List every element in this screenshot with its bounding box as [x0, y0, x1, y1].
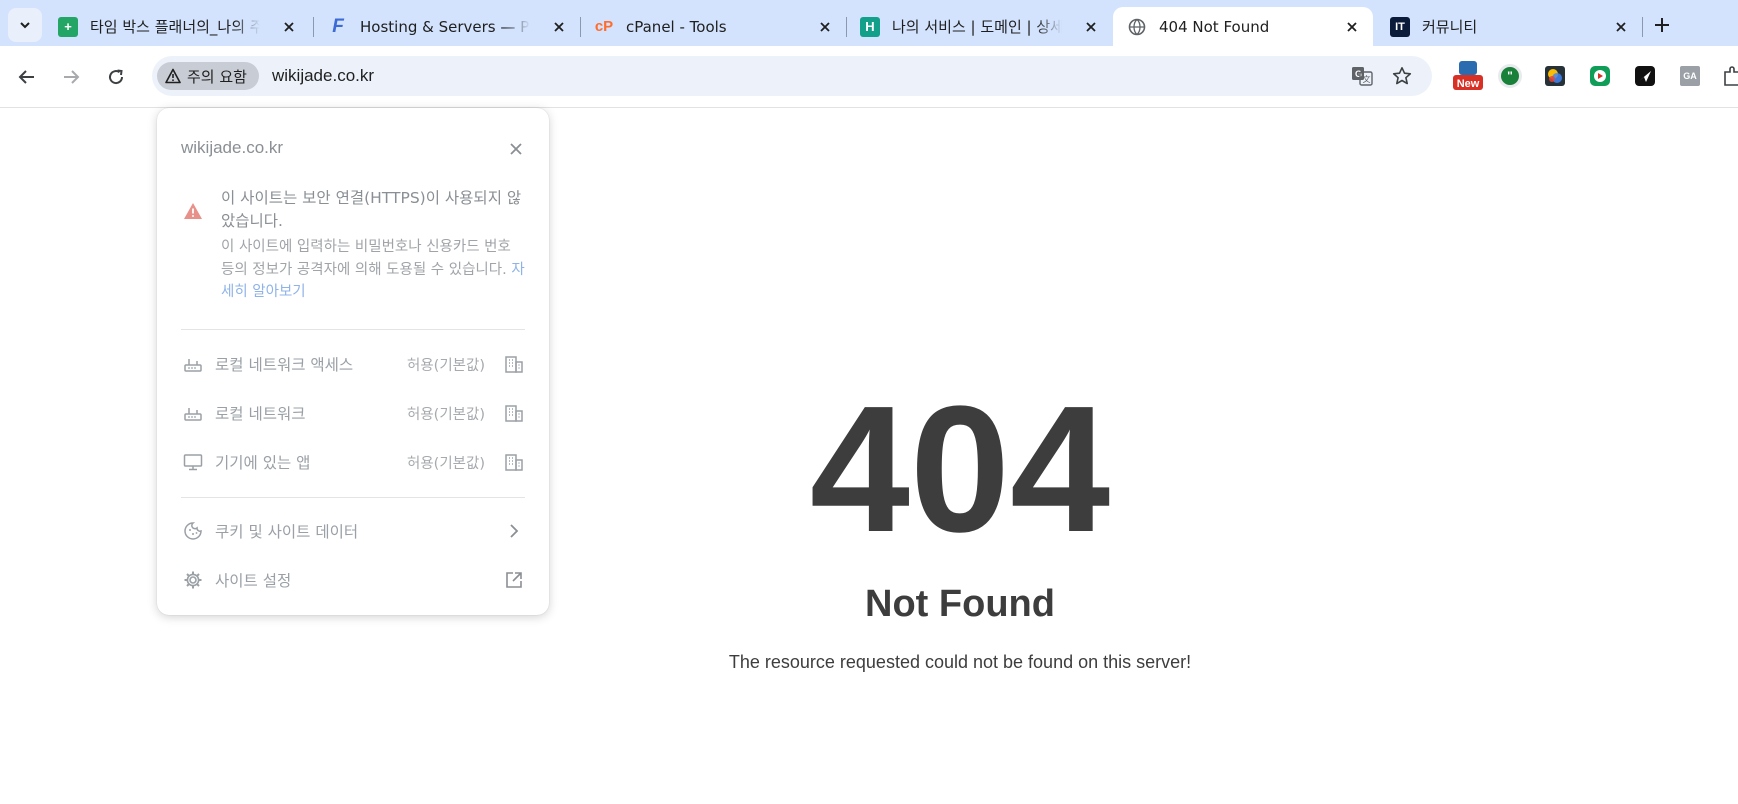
tab-title: cPanel - Tools: [626, 17, 727, 36]
close-tab-icon[interactable]: [1082, 18, 1100, 36]
reload-button[interactable]: [99, 60, 133, 94]
close-tab-icon[interactable]: [1612, 18, 1630, 36]
permission-value: 허용(기본값): [406, 406, 485, 423]
svg-text:": ": [1507, 69, 1513, 83]
tab-title: 404 Not Found: [1159, 17, 1270, 36]
extensions-puzzle-icon[interactable]: [1720, 63, 1738, 89]
new-badge-label: New: [1457, 78, 1480, 90]
tab-search-button[interactable]: [8, 8, 42, 42]
open-in-new-icon: [503, 569, 525, 591]
translate-icon[interactable]: G文: [1351, 65, 1373, 87]
warning-icon: [165, 68, 181, 84]
extension-new-badge-icon[interactable]: New: [1452, 60, 1484, 92]
cpanel-icon: cP: [594, 18, 614, 35]
reload-icon: [109, 69, 124, 85]
bookmark-star-icon[interactable]: [1391, 65, 1413, 87]
url-text[interactable]: wikijade.co.kr: [272, 66, 374, 86]
forward-arrow-icon: [64, 70, 80, 84]
security-warning-body: 이 사이트에 입력하는 비밀번호나 신용카드 번호 등의 정보가 공격자에 의해…: [221, 236, 526, 304]
security-warning-text: 이 사이트에 입력하는 비밀번호나 신용카드 번호 등의 정보가 공격자에 의해…: [221, 239, 512, 278]
send-extension-icon[interactable]: [1632, 63, 1658, 89]
popup-divider: [181, 329, 525, 330]
close-tab-icon[interactable]: [280, 18, 298, 36]
error-message: The resource requested could not be foun…: [728, 652, 1192, 672]
new-tab-button[interactable]: [1648, 11, 1676, 39]
close-tab-icon[interactable]: [550, 18, 568, 36]
permission-local-network-access[interactable]: 로컬 네트워크 액세스 허용(기본값): [181, 349, 525, 379]
permission-local-network[interactable]: 로컬 네트워크 허용(기본값): [181, 398, 525, 428]
ga-extension-icon[interactable]: GA: [1677, 63, 1703, 89]
warning-triangle-icon: [184, 203, 202, 219]
record-extension-icon[interactable]: [1587, 63, 1613, 89]
tab-title: 커뮤니티: [1422, 18, 1478, 36]
h-icon: H: [860, 16, 880, 37]
quote-extension-icon[interactable]: ": [1497, 63, 1523, 89]
permission-label: 로컬 네트워크: [215, 405, 306, 423]
back-button[interactable]: [10, 60, 44, 94]
permission-value: 허용(기본값): [406, 357, 485, 374]
tab-separator: [1642, 17, 1643, 37]
popup-divider: [181, 497, 525, 498]
colorful-extension-icon[interactable]: [1542, 63, 1568, 89]
popup-host: wikijade.co.kr: [181, 138, 284, 157]
router-icon: [181, 352, 205, 376]
tab-community[interactable]: IT 커뮤니티: [1376, 7, 1642, 46]
tab-title: 나의 서비스 | 도메인 | 상세: [892, 18, 1062, 36]
cookies-site-data-row[interactable]: 쿠키 및 사이트 데이터: [181, 516, 525, 546]
permission-label: 기기에 있는 앱: [215, 454, 311, 472]
tab-hosting-servers[interactable]: F Hosting & Servers — Product: [314, 7, 580, 46]
building-icon: [503, 353, 525, 375]
back-arrow-icon: [18, 70, 34, 84]
permission-apps-on-device[interactable]: 기기에 있는 앱 허용(기본값): [181, 447, 525, 477]
site-settings-row[interactable]: 사이트 설정: [181, 565, 525, 595]
gear-icon: [181, 568, 205, 592]
it-icon: IT: [1390, 16, 1410, 37]
globe-icon: [1127, 17, 1147, 37]
svg-text:文: 文: [1363, 74, 1371, 84]
permission-value: 허용(기본값): [406, 455, 485, 472]
security-chip[interactable]: 주의 요함: [157, 62, 259, 90]
tab-404-not-found[interactable]: 404 Not Found: [1113, 7, 1373, 46]
tab-cpanel-tools[interactable]: cP cPanel - Tools: [580, 7, 846, 46]
cookie-icon: [181, 519, 205, 543]
chevron-down-icon: [20, 22, 30, 29]
tab-my-service-domain[interactable]: H 나의 서비스 | 도메인 | 상세: [846, 7, 1112, 46]
tab-timebox-planner[interactable]: + 타임 박스 플래너의_나의 주간: [44, 7, 310, 46]
cookies-label: 쿠키 및 사이트 데이터: [215, 523, 359, 541]
tab-strip: + 타임 박스 플래너의_나의 주간 F Hosting & Servers —…: [0, 0, 1738, 46]
close-icon: [510, 143, 522, 155]
close-tab-icon[interactable]: [1343, 18, 1361, 36]
tab-title: 타임 박스 플래너의_나의 주간: [90, 18, 260, 36]
browser-toolbar: 주의 요함 wikijade.co.kr G文 New " GA: [0, 46, 1738, 108]
sheets-icon: +: [58, 16, 78, 37]
svg-text:GA: GA: [1683, 71, 1697, 81]
address-bar[interactable]: 주의 요함 wikijade.co.kr G文: [152, 56, 1432, 96]
popup-close-button[interactable]: [505, 138, 527, 160]
site-info-popup: wikijade.co.kr 이 사이트는 보안 연결(HTTPS)이 사용되지…: [157, 108, 549, 615]
router-icon: [181, 401, 205, 425]
site-settings-label: 사이트 설정: [215, 572, 292, 590]
building-icon: [503, 451, 525, 473]
plus-icon: [1655, 18, 1669, 32]
permission-label: 로컬 네트워크 액세스: [215, 356, 354, 374]
chevron-right-icon: [503, 520, 525, 542]
security-chip-label: 주의 요함: [187, 67, 247, 86]
forward-button[interactable]: [54, 60, 88, 94]
f-icon: F: [332, 15, 344, 37]
security-warning-title: 이 사이트는 보안 연결(HTTPS)이 사용되지 않았습니다.: [221, 189, 522, 230]
building-icon: [503, 402, 525, 424]
tab-title: Hosting & Servers — Product: [360, 17, 530, 36]
monitor-icon: [181, 450, 205, 474]
svg-text:G: G: [1355, 69, 1362, 79]
close-tab-icon[interactable]: [816, 18, 834, 36]
